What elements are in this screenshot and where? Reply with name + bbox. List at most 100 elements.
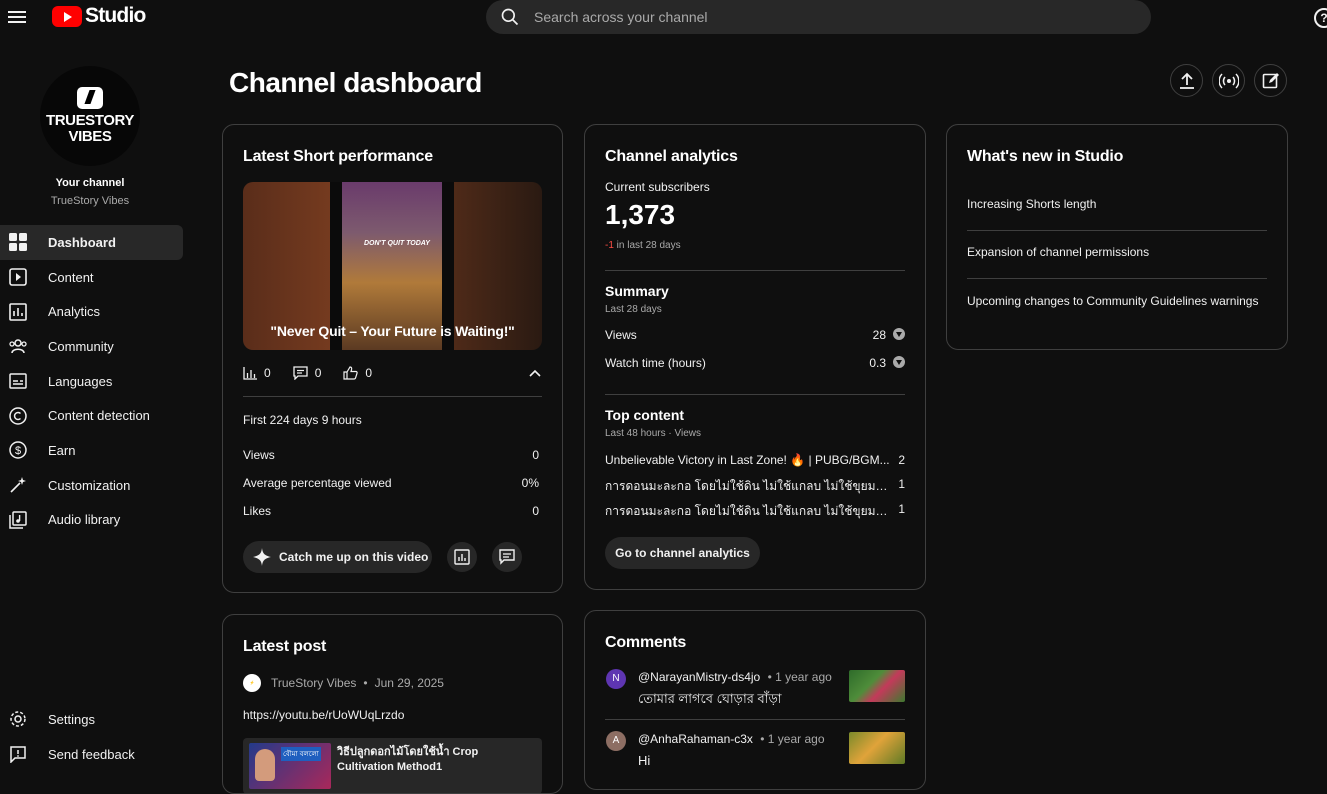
- top-content-row[interactable]: Unbelievable Victory in Last Zone! 🔥 | P…: [605, 453, 905, 467]
- sidebar-item-label: Content detection: [48, 408, 150, 424]
- comment-author[interactable]: @AnhaRahaman-c3x: [638, 732, 753, 746]
- post-link[interactable]: https://youtu.be/rUoWUqLrzdo: [243, 708, 404, 722]
- lightning-bolt-icon: [77, 87, 103, 109]
- sidebar-item-label: Dashboard: [48, 234, 116, 250]
- thumbs-up-icon: [343, 366, 359, 380]
- sidebar-item-customization[interactable]: Customization: [0, 468, 183, 503]
- short-caption: "Never Quit – Your Future is Waiting!": [270, 323, 515, 339]
- content-icon: [8, 267, 28, 287]
- sidebar-item-community[interactable]: Community: [0, 329, 183, 364]
- comment-video-thumbnail[interactable]: [849, 732, 905, 764]
- comment-icon: [293, 366, 308, 380]
- analytics-icon: [8, 302, 28, 322]
- thumbnail-person: [255, 749, 275, 781]
- studio-logo[interactable]: Studio: [52, 4, 146, 28]
- views-stat: 0: [243, 366, 271, 380]
- short-metric-row: Likes 0: [243, 504, 539, 518]
- commenter-avatar[interactable]: N: [606, 669, 626, 689]
- comments-count: 0: [314, 366, 322, 380]
- audio-library-icon: [8, 510, 28, 530]
- latest-post-card: Latest post ⚡ TrueStory Vibes • Jun 29, …: [222, 614, 563, 794]
- card-title: What's new in Studio: [967, 148, 1124, 165]
- top-content-video-title: การดอนมะละกอ โดยไม่ใช้ดิน ไม่ใช้แกลบ ไม่…: [605, 479, 890, 493]
- summary-subtitle: Last 28 days: [605, 304, 662, 315]
- upload-button[interactable]: [1170, 64, 1203, 97]
- broadcast-icon: [1218, 72, 1239, 89]
- your-channel-label: Your channel: [55, 177, 125, 189]
- comment-video-thumbnail[interactable]: [849, 670, 905, 702]
- top-content-row[interactable]: การดอนมะละกอ โดยไม่ใช้ดิน ไม่ใช้แกลบ ไม่…: [605, 477, 905, 496]
- meta-dot: •: [363, 676, 368, 690]
- video-analytics-button[interactable]: [447, 542, 477, 572]
- comment-time: • 1 year ago: [767, 670, 832, 684]
- magic-wand-icon: [8, 475, 28, 495]
- arrow-down-circle-icon: [893, 356, 905, 368]
- subscribers-delta: -1 in last 28 days: [605, 240, 681, 251]
- sidebar-item-label: Send feedback: [48, 746, 135, 762]
- short-thumbnail[interactable]: DON'T QUIT TODAY "Never Quit – Your Futu…: [243, 182, 542, 350]
- divider: [967, 230, 1267, 231]
- comment-text: তোমার লাগবে ঘোড়ার বাঁড়া: [638, 691, 782, 706]
- comment-author[interactable]: @NarayanMistry-ds4jo: [638, 670, 760, 684]
- short-period-text: First 224 days 9 hours: [243, 413, 362, 427]
- divider: [605, 719, 905, 720]
- sidebar-item-send-feedback[interactable]: Send feedback: [0, 737, 183, 772]
- top-content-title: Top content: [605, 407, 685, 423]
- sidebar-item-analytics[interactable]: Analytics: [0, 294, 183, 329]
- gear-icon: [8, 709, 28, 729]
- latest-short-card: Latest Short performance DON'T QUIT TODA…: [222, 124, 563, 593]
- news-item-channel-permissions[interactable]: Expansion of channel permissions: [967, 244, 1267, 261]
- catch-me-up-label: Catch me up on this video: [279, 550, 429, 564]
- catch-me-up-button[interactable]: Catch me up on this video: [243, 541, 432, 573]
- card-title: Latest Short performance: [243, 148, 433, 165]
- chevron-up-icon[interactable]: [528, 365, 542, 381]
- go-live-button[interactable]: [1212, 64, 1245, 97]
- summary-label: Views: [605, 328, 637, 342]
- metric-label: Average percentage viewed: [243, 476, 392, 490]
- top-bar: Studio ?: [0, 0, 1327, 36]
- sidebar: TRUESTORY VIBES Your channel TrueStory V…: [0, 36, 190, 777]
- metric-value: 0: [532, 504, 539, 518]
- sidebar-item-content-detection[interactable]: Content detection: [0, 398, 183, 433]
- commenter-avatar[interactable]: A: [606, 731, 626, 751]
- channel-name: TrueStory Vibes: [50, 195, 130, 207]
- comment-header: @AnhaRahaman-c3x • 1 year ago: [638, 732, 825, 746]
- search-input[interactable]: [534, 9, 1094, 25]
- subscribers-count: 1,373: [605, 199, 676, 230]
- sidebar-item-label: Content: [48, 269, 94, 285]
- copyright-icon: [8, 406, 28, 426]
- post-date: Jun 29, 2025: [374, 676, 444, 690]
- go-to-channel-analytics-button[interactable]: Go to channel analytics: [605, 537, 760, 569]
- sidebar-nav: Dashboard Content Analytics Community La…: [0, 225, 183, 537]
- dollar-icon: $: [8, 440, 28, 460]
- sidebar-item-settings[interactable]: Settings: [0, 702, 183, 737]
- hamburger-menu-icon[interactable]: [8, 8, 28, 28]
- arrow-down-circle-icon: [893, 328, 905, 340]
- sidebar-item-dashboard[interactable]: Dashboard: [0, 225, 183, 260]
- top-content-views: 1: [898, 477, 905, 491]
- summary-value: 28: [872, 328, 886, 342]
- sidebar-item-audio-library[interactable]: Audio library: [0, 503, 183, 538]
- likes-stat: 0: [343, 366, 372, 380]
- edit-icon: [1262, 72, 1279, 88]
- top-content-row[interactable]: การดอนมะละกอ โดยไม่ใช้ดิน ไม่ใช้แกลบ ไม่…: [605, 502, 905, 521]
- search-bar[interactable]: [486, 0, 1151, 34]
- news-item-community-guidelines[interactable]: Upcoming changes to Community Guidelines…: [967, 293, 1267, 310]
- sidebar-item-earn[interactable]: $ Earn: [0, 433, 183, 468]
- bar-chart-icon: [243, 366, 257, 380]
- sidebar-item-content[interactable]: Content: [0, 260, 183, 295]
- help-icon[interactable]: ?: [1314, 8, 1327, 28]
- sidebar-item-languages[interactable]: Languages: [0, 364, 183, 399]
- divider: [605, 394, 905, 395]
- create-post-button[interactable]: [1254, 64, 1287, 97]
- upload-icon: [1179, 72, 1194, 89]
- metric-label: Views: [243, 448, 275, 462]
- channel-avatar[interactable]: TRUESTORY VIBES: [40, 66, 140, 166]
- channel-mini-avatar: ⚡: [243, 674, 261, 692]
- channel-analytics-card: Channel analytics Current subscribers 1,…: [584, 124, 926, 590]
- post-embedded-video[interactable]: বৌমা বললো วิธีปลูกดอกไม้โดยใช้น้ำ Crop C…: [243, 738, 542, 793]
- svg-text:$: $: [15, 445, 21, 457]
- video-comments-button[interactable]: [492, 542, 522, 572]
- youtube-play-icon: [52, 5, 82, 27]
- news-item-shorts-length[interactable]: Increasing Shorts length: [967, 196, 1267, 213]
